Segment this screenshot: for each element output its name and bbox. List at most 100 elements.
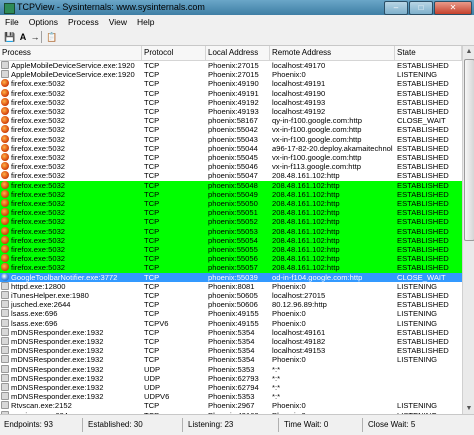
- cell-local-address: Phoenix:49190: [208, 79, 259, 89]
- menu-file[interactable]: File: [0, 15, 24, 29]
- header-local-address[interactable]: Local Address: [206, 46, 270, 60]
- table-row[interactable]: firefox.exe:5032 TCP phoenix:55050 208.48.1…: [0, 199, 462, 209]
- whois-icon[interactable]: 📋: [46, 31, 58, 43]
- firefox-icon: [1, 134, 9, 143]
- cell-protocol: TCP: [144, 337, 160, 346]
- table-row[interactable]: firefox.exe:5032 TCP Phoenix:49190 localhos…: [0, 79, 462, 88]
- cell-remote-address: 80.12.96.89:http: [272, 300, 327, 310]
- firefox-icon: [1, 208, 9, 217]
- table-row[interactable]: AppleMobileDeviceService.exe:1920 TCP Phoe…: [0, 70, 462, 79]
- header-protocol[interactable]: Protocol: [142, 46, 206, 60]
- table-row[interactable]: mDNSResponder.exe:1932 UDP Phoenix:62793 *:…: [0, 373, 462, 383]
- vertical-scrollbar[interactable]: ▲ ▼: [462, 46, 474, 414]
- table-row[interactable]: iTunesHelper.exe:1980 TCP phoenix:50605 loc…: [0, 291, 462, 300]
- table-row[interactable]: firefox.exe:5032 TCP Phoenix:49191 localhos…: [0, 88, 462, 98]
- cell-local-address: Phoenix:49193: [208, 107, 259, 116]
- table-row[interactable]: firefox.exe:5032 TCP phoenix:55055 208.48.1…: [0, 245, 462, 255]
- table-row[interactable]: firefox.exe:5032 TCP phoenix:55046 vx-in-f1…: [0, 162, 462, 171]
- cell-remote-address: vx-in-f100.google.com:http: [272, 153, 362, 162]
- cell-process: firefox.exe:5032: [11, 208, 66, 218]
- table-row[interactable]: firefox.exe:5032 TCP phoenix:55057 208.48.1…: [0, 263, 462, 273]
- cell-protocol: TCP: [144, 70, 160, 80]
- application-icon: [1, 281, 9, 290]
- cell-state: ESTABLISHED: [397, 134, 449, 144]
- table-row[interactable]: AppleMobileDeviceService.exe:1920 TCP Phoe…: [0, 61, 462, 70]
- toolbar-separator: [41, 31, 42, 43]
- cell-local-address: Phoenix:49155: [208, 309, 259, 319]
- table-row[interactable]: firefox.exe:5032 TCP phoenix:55042 vx-in-f1…: [0, 125, 462, 134]
- table-row[interactable]: firefox.exe:5032 TCP phoenix:55053 208.48.1…: [0, 226, 462, 236]
- font-icon[interactable]: A: [17, 31, 29, 43]
- cell-local-address: Phoenix:27015: [208, 70, 259, 80]
- table-row[interactable]: firefox.exe:5032 TCP phoenix:58167 qy-in-f1…: [0, 116, 462, 125]
- table-row[interactable]: firefox.exe:5032 TCP phoenix:55044 a96-17-8…: [0, 143, 462, 153]
- table-row[interactable]: mDNSResponder.exe:1932 TCP Phoenix:5354 loc…: [0, 337, 462, 346]
- google-toolbar-icon: [1, 272, 9, 281]
- table-row[interactable]: mDNSResponder.exe:1932 TCP Phoenix:5354 loc…: [0, 346, 462, 355]
- cell-protocol: TCP: [144, 355, 160, 365]
- table-row[interactable]: mDNSResponder.exe:1932 UDP Phoenix:62794 *:…: [0, 383, 462, 392]
- table-row[interactable]: firefox.exe:5032 TCP phoenix:55056 208.48.1…: [0, 254, 462, 264]
- table-row[interactable]: jusched.exe:2644 TCP phoenix:50606 80.12.96…: [0, 300, 462, 309]
- close-button[interactable]: ✕: [434, 1, 472, 15]
- header-state[interactable]: State: [395, 46, 462, 60]
- refresh-icon[interactable]: →: [29, 31, 41, 43]
- cell-state: ESTABLISHED: [397, 199, 449, 208]
- table-row[interactable]: httpd.exe:12800 TCP Phoenix:8081 Phoenix:0 L…: [0, 281, 462, 291]
- connection-list[interactable]: AppleMobileDeviceService.exe:1920 TCP Phoe…: [0, 61, 462, 414]
- table-row[interactable]: firefox.exe:5032 TCP Phoenix:49193 localhos…: [0, 107, 462, 116]
- cell-local-address: phoenix:55042: [208, 125, 258, 135]
- scroll-up-icon[interactable]: ▲: [463, 46, 474, 57]
- cell-process: lsass.exe:696: [11, 309, 58, 319]
- table-row[interactable]: firefox.exe:5032 TCP phoenix:55048 208.48.1…: [0, 180, 462, 190]
- table-row[interactable]: firefox.exe:5032 TCP phoenix:55045 vx-in-f1…: [0, 153, 462, 162]
- header-remote-address[interactable]: Remote Address: [270, 46, 395, 60]
- table-row[interactable]: firefox.exe:5032 TCP phoenix:55054 208.48.1…: [0, 235, 462, 245]
- cell-local-address: Phoenix:49192: [208, 97, 259, 107]
- table-row[interactable]: lsass.exe:696 TCP Phoenix:49155 Phoenix:0 LI…: [0, 309, 462, 318]
- cell-state: ESTABLISHED: [397, 217, 449, 227]
- cell-state: ESTABLISHED: [397, 153, 449, 162]
- table-row[interactable]: firefox.exe:5032 TCP Phoenix:49192 localhos…: [0, 97, 462, 107]
- menu-process[interactable]: Process: [63, 15, 104, 29]
- table-row[interactable]: firefox.exe:5032 TCP phoenix:55049 208.48.1…: [0, 189, 462, 199]
- scroll-down-icon[interactable]: ▼: [463, 403, 474, 414]
- table-row[interactable]: mDNSResponder.exe:1932 UDP Phoenix:5353 *:*: [0, 364, 462, 374]
- scrollbar-thumb[interactable]: [464, 59, 474, 241]
- table-row[interactable]: firefox.exe:5032 TCP phoenix:55052 208.48.1…: [0, 217, 462, 227]
- cell-remote-address: 208.48.161.102:http: [272, 217, 340, 227]
- cell-process: firefox.exe:5032: [11, 143, 66, 153]
- firefox-icon: [1, 107, 9, 115]
- table-row[interactable]: lsass.exe:696 TCPV6 Phoenix:49155 Phoenix:0…: [0, 318, 462, 328]
- save-icon[interactable]: 💾: [4, 31, 16, 43]
- menu-help[interactable]: Help: [132, 15, 159, 29]
- cell-remote-address: *:*: [272, 364, 281, 374]
- table-row[interactable]: firefox.exe:5032 TCP phoenix:55047 208.48.1…: [0, 171, 462, 180]
- cell-state: ESTABLISHED: [397, 235, 449, 245]
- cell-protocol: TCP: [144, 134, 160, 144]
- header-process[interactable]: Process: [0, 46, 142, 60]
- title-bar[interactable]: TCPView - Sysinternals: www.sysinternals…: [0, 0, 474, 15]
- table-row[interactable]: Rtvscan.exe:2152 TCP Phoenix:2967 Phoenix:0…: [0, 401, 462, 410]
- status-separator: [278, 418, 279, 432]
- cell-process: firefox.exe:5032: [11, 254, 66, 264]
- cell-state: ESTABLISHED: [397, 61, 449, 70]
- table-row[interactable]: firefox.exe:5032 TCP phoenix:55051 208.48.1…: [0, 208, 462, 218]
- cell-state: ESTABLISHED: [397, 327, 449, 337]
- firefox-icon: [1, 88, 9, 97]
- table-row[interactable]: firefox.exe:5032 TCP phoenix:55043 vx-in-f1…: [0, 134, 462, 144]
- table-row[interactable]: mDNSResponder.exe:1932 TCP Phoenix:5354 Pho…: [0, 355, 462, 364]
- cell-process: mDNSResponder.exe:1932: [11, 337, 104, 346]
- minimize-button[interactable]: –: [384, 1, 408, 15]
- table-row[interactable]: GoogleToolbarNotifier.exe:3772 TCP phoenix…: [0, 272, 462, 282]
- cell-local-address: phoenix:55055: [208, 245, 258, 254]
- menu-options[interactable]: Options: [24, 15, 63, 29]
- cell-state: ESTABLISHED: [397, 180, 449, 190]
- application-icon: [1, 392, 9, 401]
- menu-view[interactable]: View: [104, 15, 132, 29]
- table-row[interactable]: mDNSResponder.exe:1932 UDPV6 Phoenix:5353 *…: [0, 392, 462, 401]
- cell-protocol: TCP: [144, 272, 160, 282]
- table-row[interactable]: mDNSResponder.exe:1932 TCP Phoenix:5354 loc…: [0, 327, 462, 337]
- maximize-button[interactable]: □: [409, 1, 433, 15]
- cell-process: firefox.exe:5032: [11, 235, 66, 245]
